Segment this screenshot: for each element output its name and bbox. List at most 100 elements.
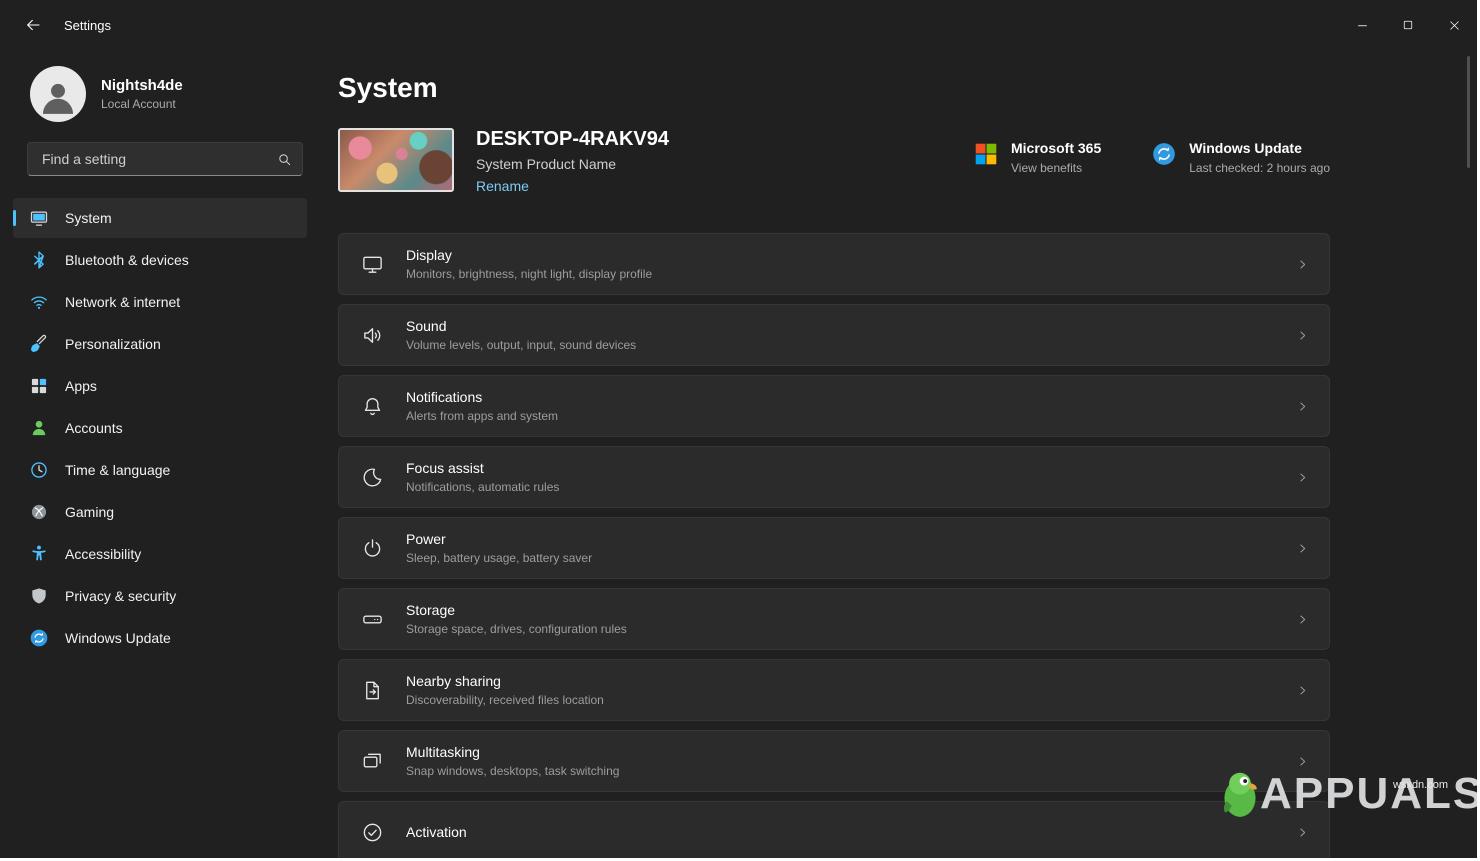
microsoft-365-title: Microsoft 365 [1011,140,1101,156]
settings-row-multitasking[interactable]: Multitasking Snap windows, desktops, tas… [338,730,1330,792]
view-benefits-link[interactable]: View benefits [1011,161,1101,175]
row-title: Multitasking [406,744,619,760]
row-text: Power Sleep, battery usage, battery save… [406,531,592,565]
settings-row-notifications[interactable]: Notifications Alerts from apps and syste… [338,375,1330,437]
close-icon [1448,19,1461,32]
user-account-button[interactable]: Nightsh4de Local Account [0,54,320,136]
windows-update-status-icon [1151,141,1177,167]
bluetooth-icon [29,250,49,270]
settings-row-storage[interactable]: Storage Storage space, drives, configura… [338,588,1330,650]
search-icon[interactable] [277,152,292,167]
settings-rows: Display Monitors, brightness, night ligh… [338,233,1330,858]
person-icon [39,79,77,117]
user-account-type: Local Account [101,97,183,111]
privacy-security-icon [29,586,49,606]
row-text: Notifications Alerts from apps and syste… [406,389,558,423]
sidebar-item-system[interactable]: System [13,198,307,238]
window-controls [1339,0,1477,50]
page-title: System [338,72,1330,104]
storage-icon [361,608,384,631]
main-content: System DESKTOP-4RAKV94 System Product Na… [320,50,1477,858]
row-text: Display Monitors, brightness, night ligh… [406,247,652,281]
row-title: Activation [406,824,467,840]
chevron-right-icon [1296,258,1309,271]
row-subtitle: Notifications, automatic rules [406,480,559,494]
user-info: Nightsh4de Local Account [101,77,183,111]
row-subtitle: Monitors, brightness, night light, displ… [406,267,652,281]
row-text: Storage Storage space, drives, configura… [406,602,627,636]
scrollbar-thumb[interactable] [1467,56,1470,168]
device-info: DESKTOP-4RAKV94 System Product Name Rena… [476,128,669,196]
settings-row-power[interactable]: Power Sleep, battery usage, battery save… [338,517,1330,579]
activation-icon [361,821,384,844]
power-icon [361,537,384,560]
selected-accent-bar [13,210,16,226]
settings-row-sound[interactable]: Sound Volume levels, output, input, soun… [338,304,1330,366]
row-subtitle: Snap windows, desktops, task switching [406,764,619,778]
network-icon [29,292,49,312]
display-icon [361,253,384,276]
minimize-button[interactable] [1339,0,1385,50]
system-icon [29,208,49,228]
sidebar-item-windows-update[interactable]: Windows Update [13,618,307,658]
row-text: Nearby sharing Discoverability, received… [406,673,604,707]
sidebar-item-apps[interactable]: Apps [13,366,307,406]
sidebar-item-network-internet[interactable]: Network & internet [13,282,307,322]
row-title: Nearby sharing [406,673,604,689]
windows-update-last-checked: Last checked: 2 hours ago [1189,161,1330,175]
row-subtitle: Discoverability, received files location [406,693,604,707]
settings-row-nearby-sharing[interactable]: Nearby sharing Discoverability, received… [338,659,1330,721]
row-title: Display [406,247,652,263]
sidebar-item-accounts[interactable]: Accounts [13,408,307,448]
minimize-icon [1356,19,1369,32]
window-title: Settings [64,18,111,33]
chevron-right-icon [1296,471,1309,484]
maximize-button[interactable] [1385,0,1431,50]
windows-update-title: Windows Update [1189,140,1330,156]
row-title: Storage [406,602,627,618]
row-title: Notifications [406,389,558,405]
row-text: Activation [406,824,467,840]
device-name: DESKTOP-4RAKV94 [476,128,669,151]
header-right: Microsoft 365 View benefits Windows Upda… [973,140,1330,175]
sidebar-item-time-language[interactable]: Time & language [13,450,307,490]
personalization-icon [29,334,49,354]
row-subtitle: Alerts from apps and system [406,409,558,423]
rename-link[interactable]: Rename [476,178,529,194]
windows-update-icon [29,628,49,648]
chevron-right-icon [1296,826,1309,839]
row-title: Focus assist [406,460,559,476]
search-box [27,142,303,176]
row-text: Sound Volume levels, output, input, soun… [406,318,636,352]
row-subtitle: Sleep, battery usage, battery saver [406,551,592,565]
settings-row-focus-assist[interactable]: Focus assist Notifications, automatic ru… [338,446,1330,508]
row-title: Sound [406,318,636,334]
apps-icon [29,376,49,396]
close-button[interactable] [1431,0,1477,50]
chevron-right-icon [1296,684,1309,697]
sidebar-item-privacy-security[interactable]: Privacy & security [13,576,307,616]
maximize-icon [1402,19,1414,31]
sidebar-item-personalization[interactable]: Personalization [13,324,307,364]
search-input[interactable] [40,150,277,168]
microsoft-365-text: Microsoft 365 View benefits [1011,140,1101,175]
accounts-icon [29,418,49,438]
device-header: DESKTOP-4RAKV94 System Product Name Rena… [338,128,1330,196]
windows-update-block[interactable]: Windows Update Last checked: 2 hours ago [1151,140,1330,175]
back-button[interactable] [16,10,50,40]
sidebar-item-bluetooth-devices[interactable]: Bluetooth & devices [13,240,307,280]
sidebar-item-accessibility[interactable]: Accessibility [13,534,307,574]
microsoft-365-icon [973,141,999,167]
window-body: Nightsh4de Local Account System [0,50,1477,858]
sidebar-item-gaming[interactable]: Gaming [13,492,307,532]
chevron-right-icon [1296,329,1309,342]
back-arrow-icon [25,17,41,33]
chevron-right-icon [1296,542,1309,555]
accessibility-icon [29,544,49,564]
user-name: Nightsh4de [101,77,183,94]
gaming-icon [29,502,49,522]
settings-row-display[interactable]: Display Monitors, brightness, night ligh… [338,233,1330,295]
time-language-icon [29,460,49,480]
chevron-right-icon [1296,755,1309,768]
settings-row-activation[interactable]: Activation [338,801,1330,858]
